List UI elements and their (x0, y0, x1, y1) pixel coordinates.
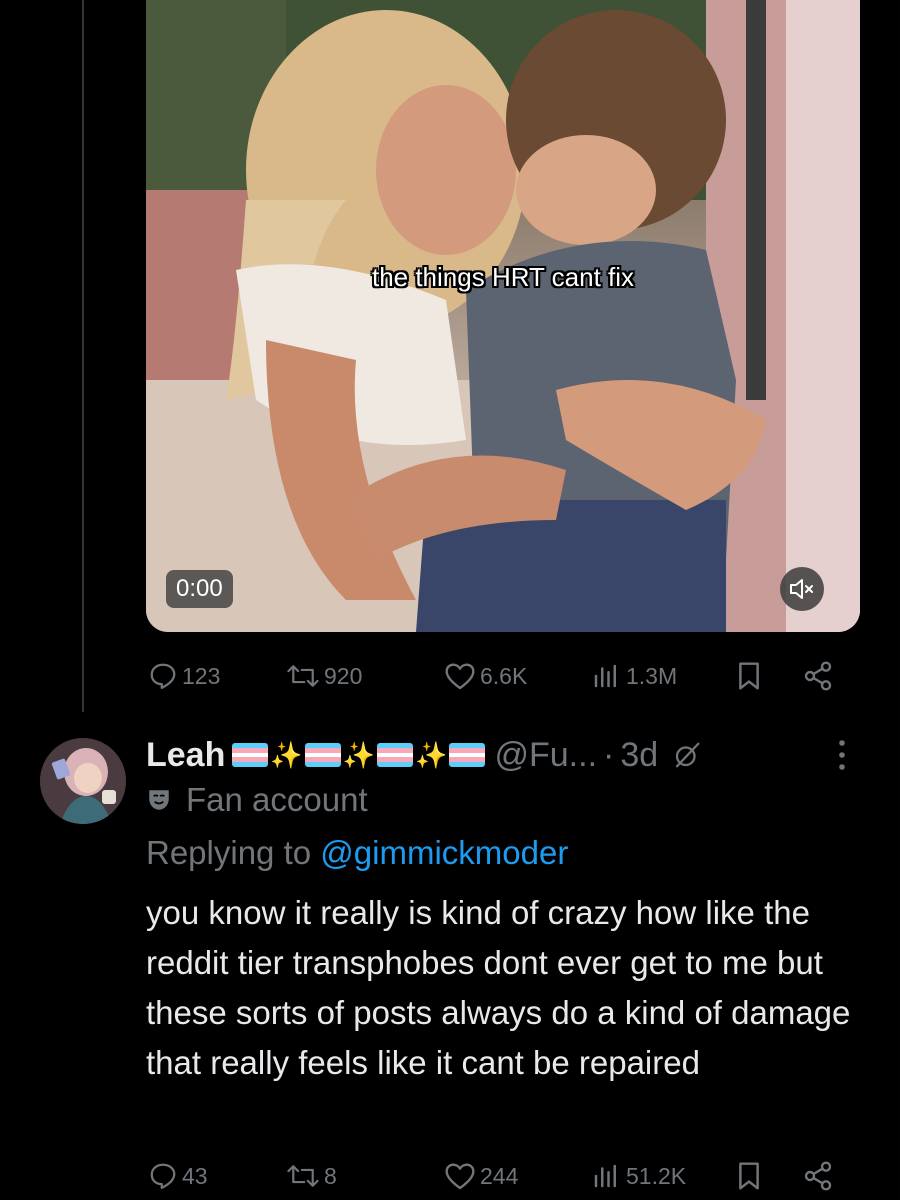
replying-to-mention[interactable]: @gimmickmoder (320, 834, 568, 871)
timestamp[interactable]: 3d (620, 736, 658, 775)
mute-button[interactable] (780, 567, 824, 611)
trans-flag-emoji (377, 743, 414, 767)
reply-button[interactable]: 123 (148, 656, 220, 696)
repost-button[interactable]: 920 (286, 656, 362, 696)
sparkles-emoji: ✨ (270, 739, 303, 770)
views-count: 51.2K (626, 1162, 687, 1189)
video-frame (146, 0, 860, 632)
sparkles-emoji: ✨ (342, 739, 376, 770)
heart-icon (445, 1163, 475, 1190)
like-button[interactable]: 244 (444, 1156, 518, 1196)
tweet-thread: the things HRT cant fix 0:00 123 920 6.6… (0, 0, 900, 1200)
repost-button[interactable]: 8 (286, 1156, 337, 1196)
edited-icon[interactable] (672, 740, 702, 770)
bookmark-button[interactable] (734, 656, 768, 696)
repost-count: 8 (324, 1162, 337, 1189)
tweet-text: you know it really is kind of crazy how … (146, 894, 851, 1081)
reply-count: 43 (182, 1162, 208, 1189)
views-bar-chart-icon (594, 664, 616, 688)
video-timestamp: 0:00 (166, 570, 233, 608)
views-count: 1.3M (626, 662, 678, 689)
thread-connector-line (82, 0, 84, 712)
reply-header: Leah ✨ ✨ ✨ @Fu... · 3d (146, 730, 702, 780)
trans-flag-emoji (232, 743, 269, 767)
trans-flag-emoji (304, 743, 341, 767)
avatar-illustration (40, 738, 126, 824)
separator-dot: · (603, 735, 615, 774)
account-label: Fan account (146, 778, 368, 822)
bookmark-icon (739, 662, 759, 690)
bookmark-icon (739, 1162, 759, 1190)
views-button[interactable]: 1.3M (590, 656, 677, 696)
user-handle[interactable]: @Fu... (494, 736, 597, 775)
theater-mask-icon (149, 790, 169, 810)
reply-button[interactable]: 43 (148, 1156, 208, 1196)
avatar[interactable] (40, 738, 126, 824)
trans-flag-emoji (449, 743, 486, 767)
name-emojis: ✨ ✨ ✨ (231, 740, 486, 771)
sparkles-emoji: ✨ (415, 739, 448, 770)
share-icon (804, 661, 832, 691)
share-icon (804, 1161, 832, 1191)
reply-icon (150, 663, 176, 689)
bookmark-button[interactable] (734, 1156, 768, 1196)
replying-to: Replying to @gimmickmoder (146, 834, 568, 872)
like-button[interactable]: 6.6K (444, 656, 527, 696)
account-label-text: Fan account (186, 781, 368, 818)
views-bar-chart-icon (594, 1164, 616, 1188)
display-name[interactable]: Leah (146, 736, 225, 775)
reply-icon (150, 1163, 176, 1189)
video-player[interactable]: the things HRT cant fix 0:00 (146, 0, 860, 632)
more-options-icon[interactable] (832, 737, 852, 773)
share-button[interactable] (802, 656, 838, 696)
like-count: 6.6K (480, 662, 528, 689)
reply-count: 123 (182, 662, 221, 689)
views-button[interactable]: 51.2K (590, 1156, 686, 1196)
heart-icon (445, 663, 475, 690)
video-caption: the things HRT cant fix (371, 262, 635, 292)
like-count: 244 (480, 1162, 519, 1189)
reply-tweet-actions: 43 8 244 51.2K (146, 1156, 860, 1196)
repost-count: 920 (324, 662, 363, 689)
repost-icon (287, 665, 319, 687)
speaker-muted-icon (790, 579, 813, 599)
main-tweet-actions: 123 920 6.6K 1.3M (146, 656, 860, 696)
share-button[interactable] (802, 1156, 838, 1196)
repost-icon (287, 1165, 319, 1187)
replying-prefix: Replying to (146, 834, 312, 871)
